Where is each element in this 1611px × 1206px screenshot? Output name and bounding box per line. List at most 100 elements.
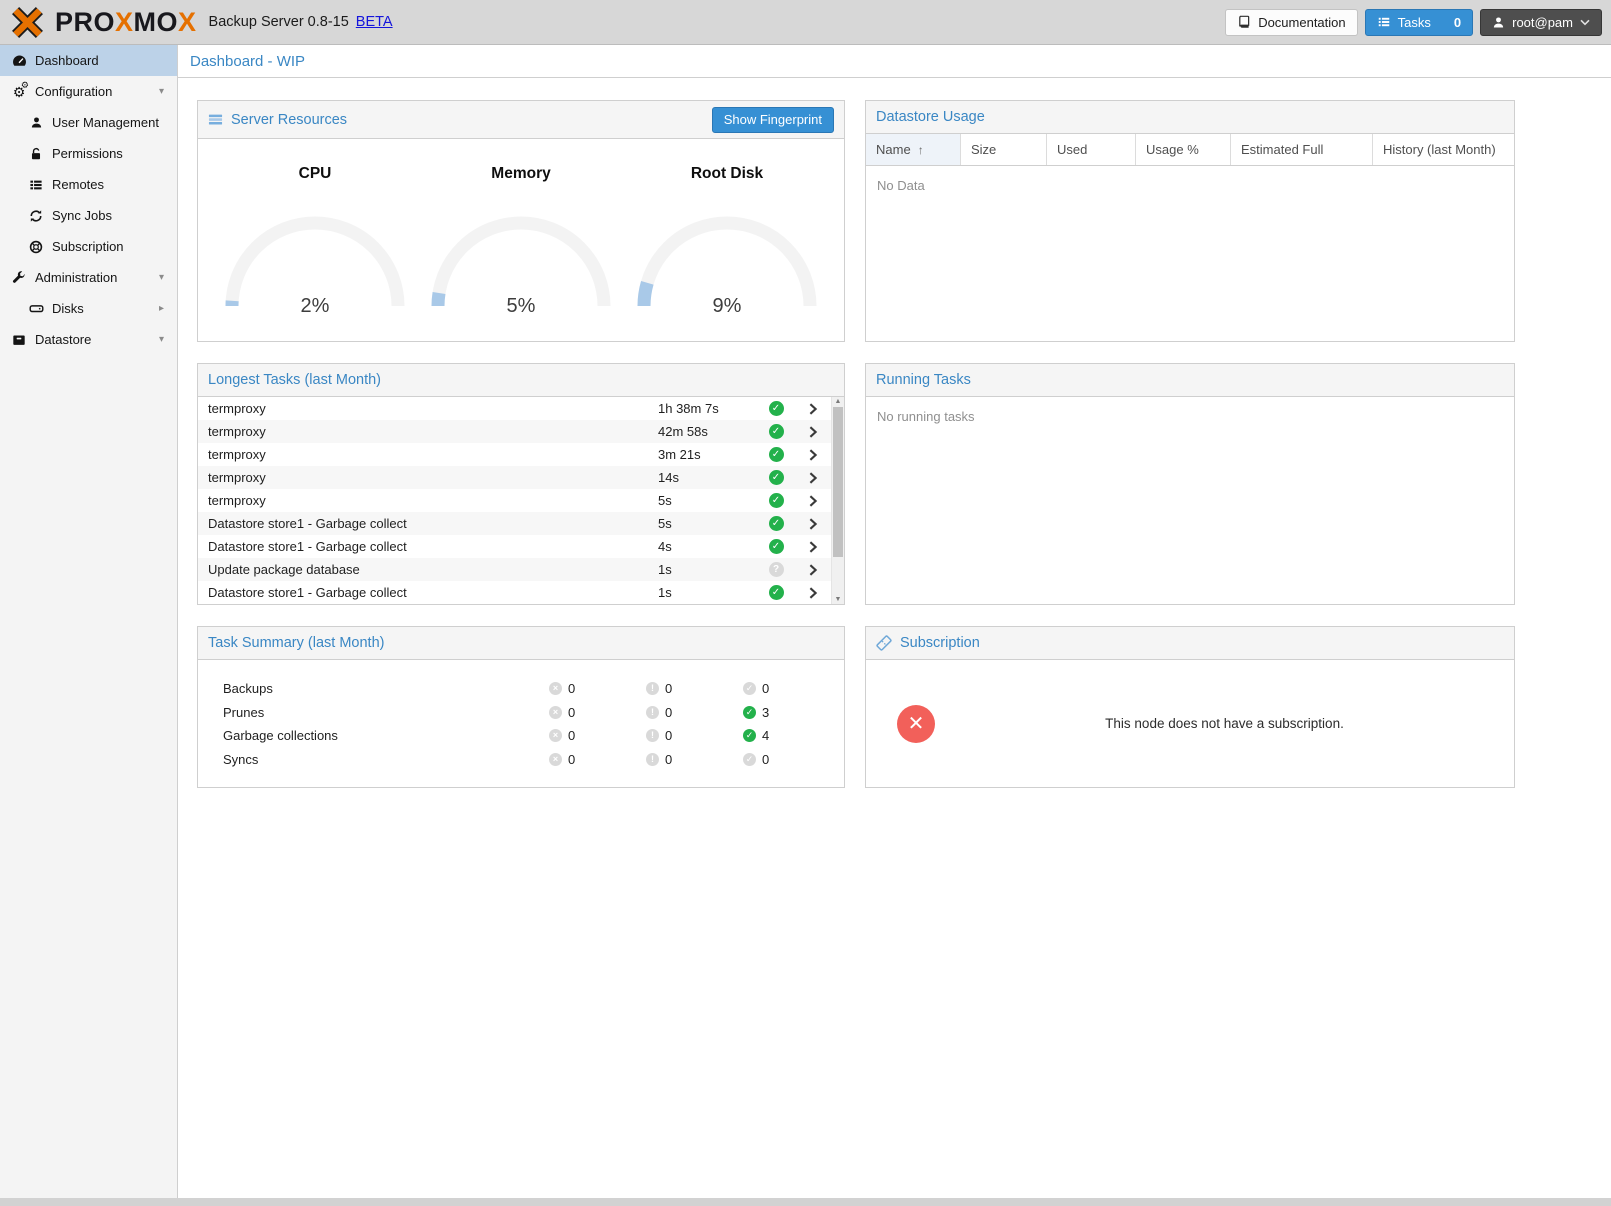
datastore-usage-panel: Datastore Usage Name ↑ Size Used Usage %… [865,100,1515,342]
sidebar-item-datastore[interactable]: Datastore ▾ [0,324,177,355]
user-icon [28,115,44,131]
task-row[interactable]: termproxy 5s ✓ [198,489,831,512]
scrollbar-thumb[interactable] [833,407,843,557]
ok-status-icon: ✓ [769,401,784,416]
chevron-right-icon [808,517,818,531]
cpu-gauge-value: 2% [220,295,410,318]
task-row[interactable]: termproxy 14s ✓ [198,466,831,489]
summary-row-prunes: Prunes ×0 !0 ✓3 [223,701,844,725]
warning-count-icon: ! [646,706,659,719]
content-area: Dashboard - WIP Server Res [178,45,1611,1198]
column-header-history[interactable]: History (last Month) [1373,134,1514,165]
proxmox-x-icon [9,6,46,39]
summary-row-garbage-collections: Garbage collections ×0 !0 ✓4 [223,724,844,748]
task-row[interactable]: termproxy 1h 38m 7s ✓ [198,397,831,420]
memory-gauge-value: 5% [426,295,616,318]
ok-count-icon: ✓ [743,729,756,742]
ok-count-icon: ✓ [743,682,756,695]
sort-asc-icon: ↑ [918,143,924,157]
task-row[interactable]: Datastore store1 - Garbage collect 5s ✓ [198,512,831,535]
longest-tasks-panel: Longest Tasks (last Month) termproxy 1h … [197,363,845,605]
sidebar: Dashboard ⚙⚙ Configuration ▾ User Manage… [0,45,178,1198]
longest-tasks-list: termproxy 1h 38m 7s ✓ termproxy 42m 58s … [198,397,844,604]
ok-status-icon: ✓ [769,493,784,508]
show-fingerprint-button[interactable]: Show Fingerprint [712,107,834,133]
proxmox-logo: PROXMOX [9,6,197,39]
task-row[interactable]: Datastore store1 - Garbage collect 4s ✓ [198,535,831,558]
product-version-label: Backup Server 0.8-15 [209,14,349,30]
column-header-estimated-full[interactable]: Estimated Full [1231,134,1373,165]
task-row[interactable]: termproxy 42m 58s ✓ [198,420,831,443]
book-icon [1237,15,1251,29]
task-row[interactable]: Update package database 1s ? [198,558,831,581]
error-count-icon: × [549,729,562,742]
sidebar-item-permissions[interactable]: Permissions [0,138,177,169]
sidebar-item-user-management[interactable]: User Management [0,107,177,138]
scroll-up-icon[interactable]: ▲ [832,398,844,405]
proxmox-wordmark: PROXMOX [55,9,197,36]
archive-box-icon [11,332,27,348]
sidebar-item-remotes[interactable]: Remotes [0,169,177,200]
panel-title: Server Resources [231,112,347,128]
chevron-down-icon [1580,19,1590,26]
chevron-right-icon [808,586,818,600]
task-row[interactable]: Datastore store1 - Garbage collect 1s ✓ [198,581,831,604]
ok-status-icon: ✓ [769,585,784,600]
sidebar-item-configuration[interactable]: ⚙⚙ Configuration ▾ [0,76,177,107]
column-header-used[interactable]: Used [1047,134,1136,165]
chevron-down-icon: ▾ [159,334,164,345]
summary-row-backups: Backups ×0 !0 ✓0 [223,677,844,701]
sidebar-item-dashboard[interactable]: Dashboard [0,45,177,76]
root-disk-gauge: Root Disk 9% [629,165,825,318]
chevron-right-icon [808,471,818,485]
task-list-icon [1377,15,1391,29]
ok-count-icon: ✓ [743,753,756,766]
tasks-count-badge: 0 [1454,15,1461,30]
chevron-down-icon: ▾ [159,86,164,97]
error-count-icon: × [549,682,562,695]
ok-status-icon: ✓ [769,470,784,485]
window-bottom-edge [0,1198,1611,1206]
column-header-usage-pct[interactable]: Usage % [1136,134,1231,165]
user-icon [1492,16,1505,29]
sidebar-item-disks[interactable]: Disks ▸ [0,293,177,324]
sidebar-item-sync-jobs[interactable]: Sync Jobs [0,200,177,231]
sidebar-item-subscription[interactable]: Subscription [0,231,177,262]
column-header-size[interactable]: Size [961,134,1047,165]
page-title: Dashboard - WIP [178,45,1611,78]
subscription-panel: Subscription ✕ This node does not have a… [865,626,1515,788]
hard-disk-icon [28,301,44,317]
chevron-right-icon: ▸ [159,303,164,314]
sidebar-item-administration[interactable]: Administration ▾ [0,262,177,293]
beta-link[interactable]: BETA [356,14,393,30]
cpu-gauge: CPU 2% [217,165,413,318]
vertical-scrollbar[interactable]: ▲ ▼ [831,397,844,604]
unlock-icon [28,146,44,162]
chevron-right-icon [808,563,818,577]
server-resources-panel: Server Resources Show Fingerprint CPU [197,100,845,342]
panel-title: Longest Tasks (last Month) [208,372,381,388]
documentation-button[interactable]: Documentation [1225,9,1357,36]
task-summary-panel: Task Summary (last Month) Backups ×0 !0 … [197,626,845,788]
no-running-tasks-text: No running tasks [866,397,1514,436]
chevron-right-icon [808,425,818,439]
warning-count-icon: ! [646,753,659,766]
scroll-down-icon[interactable]: ▼ [832,596,844,603]
server-resources-icon [208,112,223,127]
list-rows-icon [28,177,44,193]
user-menu-button[interactable]: root@pam [1480,9,1602,36]
error-count-icon: × [549,753,562,766]
task-row[interactable]: termproxy 3m 21s ✓ [198,443,831,466]
running-tasks-panel: Running Tasks No running tasks [865,363,1515,605]
chevron-right-icon [808,494,818,508]
chevron-down-icon: ▾ [159,272,164,283]
ok-status-icon: ✓ [769,424,784,439]
tasks-button[interactable]: Tasks 0 [1365,9,1473,36]
ok-status-icon: ✓ [769,447,784,462]
summary-row-syncs: Syncs ×0 !0 ✓0 [223,748,844,772]
chevron-right-icon [808,540,818,554]
chevron-right-icon [808,402,818,416]
topbar: PROXMOX Backup Server 0.8-15 BETA Docume… [0,0,1611,45]
wrench-icon [11,270,27,286]
column-header-name[interactable]: Name ↑ [866,134,961,165]
